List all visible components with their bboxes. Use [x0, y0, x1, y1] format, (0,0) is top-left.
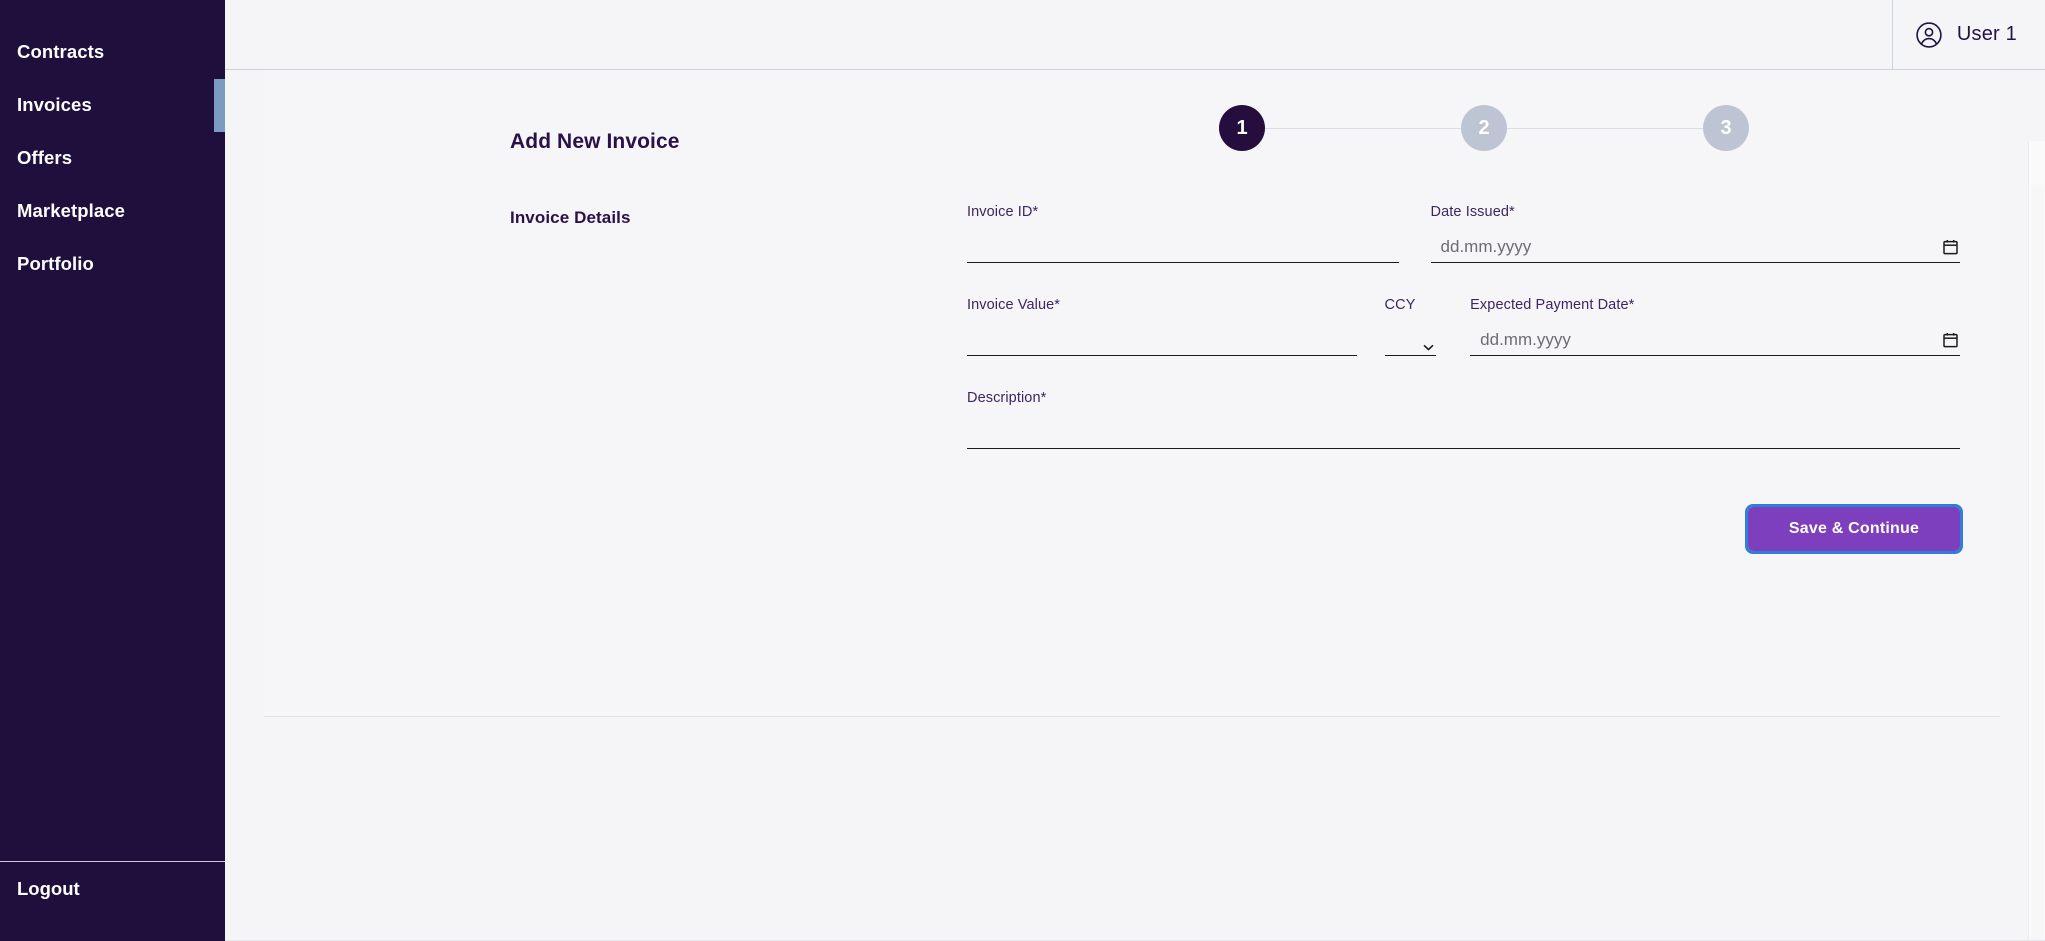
user-menu-button[interactable]: User 1 — [1891, 0, 2017, 70]
sidebar-item-invoices[interactable]: Invoices — [0, 79, 225, 132]
required-marker: * — [1509, 204, 1515, 220]
field-ccy: CCY — [1384, 297, 1437, 356]
invoice-form-card: Add New Invoice 1 2 3 Invoice Details In… — [264, 70, 2000, 717]
required-marker: * — [1032, 204, 1039, 220]
ccy-label-text: CCY — [1384, 297, 1416, 313]
expected-payment-date-wrapper — [1470, 330, 1960, 356]
invoice-value-label: Invoice Value* — [967, 297, 1357, 313]
sidebar-item-offers[interactable]: Offers — [0, 132, 225, 185]
stepper-step-2[interactable]: 2 — [1461, 105, 1507, 151]
form-fields-column: Invoice ID* Date Issued* dd.mm.yyyy Invo… — [967, 186, 1960, 449]
user-name-label: User 1 — [1956, 23, 2017, 45]
card-header: Add New Invoice 1 2 3 — [264, 70, 2000, 186]
date-issued-label-text: Date Issued — [1430, 204, 1510, 220]
stepper-step-2-number: 2 — [1478, 116, 1490, 139]
expected-payment-date-label-text: Expected Payment Date — [1470, 297, 1629, 313]
sidebar-item-label: Portfolio — [17, 253, 94, 275]
content-scroll-area: Add New Invoice 1 2 3 Invoice Details In… — [225, 70, 2045, 941]
main-pane: User 1 Add New Invoice 1 2 3 Invoice Det… — [225, 0, 2045, 941]
field-description: Description* — [967, 390, 1960, 449]
stepper-step-3[interactable]: 3 — [1703, 105, 1749, 151]
date-issued-label: Date Issued* — [1431, 204, 1960, 220]
sidebar-item-label: Marketplace — [17, 200, 126, 222]
description-label-text: Description — [967, 390, 1041, 406]
date-issued-input[interactable] — [1430, 237, 1960, 263]
required-marker: * — [1054, 297, 1061, 313]
stepper-connector-1 — [1265, 127, 1461, 129]
invoice-details-form: Invoice Details Invoice ID* Date Issued*… — [264, 186, 2000, 581]
required-marker: * — [1040, 390, 1047, 406]
stepper-step-1-number: 1 — [1236, 116, 1248, 139]
invoice-id-label-text: Invoice ID — [967, 204, 1033, 220]
ccy-label: CCY — [1385, 297, 1437, 313]
user-circle-icon — [1915, 21, 1943, 49]
logout-label: Logout — [17, 877, 80, 899]
stepper-step-1[interactable]: 1 — [1219, 105, 1265, 151]
invoice-id-input[interactable] — [967, 237, 1399, 263]
ccy-select[interactable] — [1384, 330, 1437, 356]
sidebar-item-portfolio[interactable]: Portfolio — [0, 238, 225, 291]
page-title: Add New Invoice — [510, 130, 680, 154]
invoice-value-input[interactable] — [967, 330, 1357, 356]
field-date-issued: Date Issued* — [1430, 204, 1960, 263]
vertical-scrollbar[interactable] — [2028, 141, 2045, 941]
save-and-continue-button[interactable]: Save & Continue — [1745, 504, 1963, 554]
invoice-value-label-text: Invoice Value — [967, 297, 1055, 313]
sidebar-item-contracts[interactable]: Contracts — [0, 26, 225, 79]
field-invoice-value: Invoice Value* — [967, 297, 1357, 356]
sidebar-nav-list: Contracts Invoices Offers Marketplace Po… — [0, 0, 225, 291]
expected-payment-date-label: Expected Payment Date* — [1470, 297, 1960, 313]
expected-payment-date-input[interactable] — [1470, 330, 1960, 356]
sidebar-item-marketplace[interactable]: Marketplace — [0, 185, 225, 238]
sidebar-item-label: Invoices — [17, 94, 92, 116]
invoice-id-label: Invoice ID* — [967, 204, 1399, 220]
app-root: Contracts Invoices Offers Marketplace Po… — [0, 0, 2045, 941]
progress-stepper: 1 2 3 — [1219, 105, 1749, 151]
sidebar: Contracts Invoices Offers Marketplace Po… — [0, 0, 225, 941]
stepper-step-3-number: 3 — [1720, 116, 1732, 139]
field-expected-payment-date: Expected Payment Date* — [1470, 297, 1960, 356]
sidebar-item-label: Offers — [17, 147, 73, 169]
sidebar-bottom-padding — [0, 915, 225, 941]
top-header-bar: User 1 — [225, 0, 2045, 70]
sidebar-active-indicator — [214, 79, 225, 132]
description-label: Description* — [967, 390, 1960, 406]
card-footer: Save & Continue — [264, 483, 2000, 561]
logout-button[interactable]: Logout — [0, 862, 225, 915]
scrollbar-thumb[interactable] — [2031, 184, 2044, 941]
field-invoice-id: Invoice ID* — [967, 204, 1399, 263]
ccy-select-wrapper — [1384, 330, 1437, 356]
stepper-connector-2 — [1507, 127, 1703, 129]
section-title-invoice-details: Invoice Details — [510, 208, 631, 227]
form-row-2: Invoice Value* CCY Expected Payment Date… — [967, 297, 1960, 356]
form-row-1: Invoice ID* Date Issued* — [967, 204, 1960, 263]
description-input[interactable] — [967, 423, 1960, 449]
required-marker: * — [1628, 297, 1635, 313]
form-row-3: Description* — [967, 390, 1960, 449]
date-issued-wrapper — [1430, 237, 1960, 263]
sidebar-item-label: Contracts — [17, 41, 105, 63]
